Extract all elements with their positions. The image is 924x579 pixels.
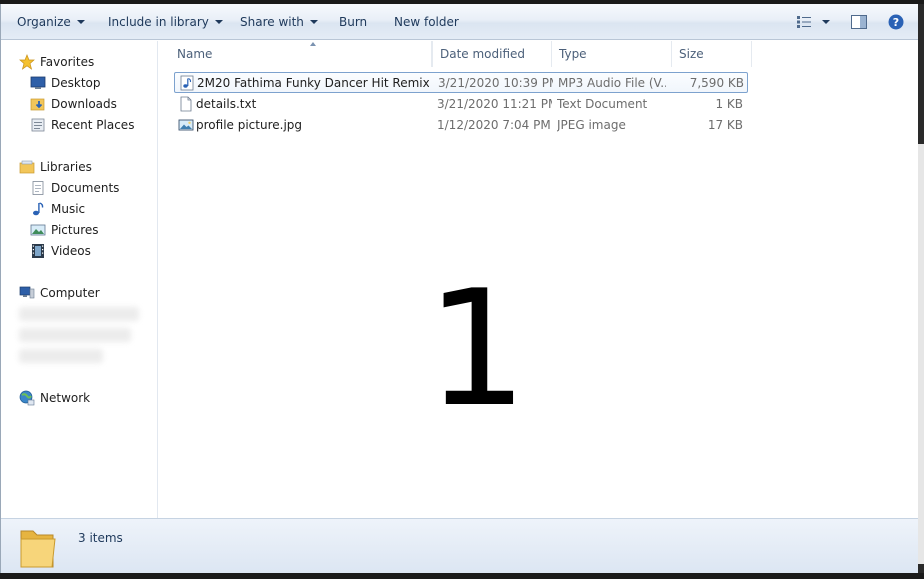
redacted-drive-item[interactable] <box>19 349 103 363</box>
nav-libraries[interactable]: Libraries <box>19 158 92 176</box>
nav-item-videos[interactable]: Videos <box>30 242 91 260</box>
column-header-type[interactable]: Type <box>552 41 672 67</box>
column-header-name-label: Name <box>177 47 213 61</box>
help-button[interactable]: ? <box>885 12 907 32</box>
file-size: 17 KB <box>707 118 743 132</box>
nav-item-downloads[interactable]: Downloads <box>30 95 117 113</box>
file-type: MP3 Audio File (V... <box>558 76 666 90</box>
new-folder-button[interactable]: New folder <box>394 13 459 31</box>
file-row[interactable]: profile picture.jpg 1/12/2020 7:04 PM JP… <box>174 115 748 136</box>
desktop-icon <box>30 75 46 91</box>
image-file-icon <box>178 117 194 133</box>
nav-network-label: Network <box>40 391 91 405</box>
column-header-date-modified[interactable]: Date modified <box>432 41 552 67</box>
sort-ascending-icon <box>310 42 316 46</box>
details-view-icon <box>797 16 811 28</box>
share-with-label: Share with <box>240 15 304 29</box>
column-header-size[interactable]: Size <box>672 41 752 67</box>
documents-icon <box>30 180 46 196</box>
scrollbar-track[interactable] <box>918 144 924 564</box>
burn-label: Burn <box>339 15 368 29</box>
file-date-modified: 1/12/2020 7:04 PM <box>437 118 551 132</box>
recent-places-icon <box>30 117 46 133</box>
file-date-modified: 3/21/2020 11:21 PM <box>437 97 552 111</box>
nav-favorites[interactable]: Favorites <box>19 53 94 71</box>
nav-item-pictures[interactable]: Pictures <box>30 221 99 239</box>
music-note-icon <box>30 201 46 217</box>
burn-button[interactable]: Burn <box>339 13 367 31</box>
libraries-icon <box>19 159 35 175</box>
star-icon <box>19 54 35 70</box>
chevron-down-icon <box>309 20 318 24</box>
navigation-pane: Favorites Desktop Downloads Recent Place… <box>1 41 158 518</box>
redacted-drive-item[interactable] <box>19 307 139 321</box>
nav-item-downloads-label: Downloads <box>51 97 117 111</box>
nav-item-documents[interactable]: Documents <box>30 179 119 197</box>
command-bar: Organize Include in library Share with B… <box>1 4 918 40</box>
overlay-number: 1 <box>426 255 528 442</box>
nav-item-recent-places-label: Recent Places <box>51 118 135 132</box>
film-strip-icon <box>30 243 46 259</box>
file-type: Text Document <box>557 97 648 111</box>
file-list-pane: Name Date modified Type Size 2M20 Fathim… <box>159 41 918 518</box>
audio-file-icon <box>179 75 195 91</box>
nav-item-videos-label: Videos <box>51 244 91 258</box>
chevron-down-icon <box>76 20 85 24</box>
nav-computer-label: Computer <box>40 286 100 300</box>
file-name: 2M20 Fathima Funky Dancer Hit Remix-D... <box>197 76 429 90</box>
nav-item-desktop[interactable]: Desktop <box>30 74 101 92</box>
change-view-button[interactable] <box>793 12 833 32</box>
file-name: details.txt <box>196 97 257 111</box>
pictures-icon <box>30 222 46 238</box>
share-with-button[interactable]: Share with <box>240 13 318 31</box>
file-row[interactable]: 2M20 Fathima Funky Dancer Hit Remix-D...… <box>174 72 748 93</box>
explorer-window: Organize Include in library Share with B… <box>0 4 918 573</box>
nav-libraries-label: Libraries <box>40 160 92 174</box>
chevron-down-icon <box>822 20 830 24</box>
column-header-type-label: Type <box>559 47 587 61</box>
nav-item-pictures-label: Pictures <box>51 223 99 237</box>
include-in-library-button[interactable]: Include in library <box>108 13 223 31</box>
organize-label: Organize <box>17 15 71 29</box>
column-header-name[interactable]: Name <box>170 41 432 67</box>
column-header-date-modified-label: Date modified <box>440 47 526 61</box>
organize-button[interactable]: Organize <box>17 13 85 31</box>
file-type: JPEG image <box>557 118 626 132</box>
folder-icon <box>20 530 56 568</box>
nav-favorites-label: Favorites <box>40 55 95 69</box>
downloads-folder-icon <box>30 96 46 112</box>
file-size: 7,590 KB <box>689 76 744 90</box>
file-name: profile picture.jpg <box>196 118 303 132</box>
new-folder-label: New folder <box>394 15 459 29</box>
file-date-modified: 3/21/2020 10:39 PM <box>438 76 553 90</box>
nav-computer[interactable]: Computer <box>19 284 100 302</box>
nav-network[interactable]: Network <box>19 389 90 407</box>
nav-item-music-label: Music <box>51 202 86 216</box>
include-in-library-label: Include in library <box>108 15 209 29</box>
svg-text:?: ? <box>893 16 899 29</box>
window-edge <box>918 4 924 573</box>
preview-pane-button[interactable] <box>848 12 870 32</box>
text-file-icon <box>178 96 194 112</box>
help-icon: ? <box>888 14 904 30</box>
redacted-drive-item[interactable] <box>19 328 131 342</box>
file-row[interactable]: details.txt 3/21/2020 11:21 PM Text Docu… <box>174 94 748 115</box>
preview-pane-icon <box>851 15 867 29</box>
details-pane: 3 items <box>1 518 918 573</box>
computer-icon <box>19 285 35 301</box>
item-count: 3 items <box>78 531 123 545</box>
nav-item-desktop-label: Desktop <box>51 76 101 90</box>
network-icon <box>19 390 35 406</box>
file-size: 1 KB <box>715 97 743 111</box>
nav-item-documents-label: Documents <box>51 181 120 195</box>
column-header-size-label: Size <box>679 47 704 61</box>
nav-item-music[interactable]: Music <box>30 200 85 218</box>
chevron-down-icon <box>214 20 223 24</box>
nav-item-recent-places[interactable]: Recent Places <box>30 116 134 134</box>
